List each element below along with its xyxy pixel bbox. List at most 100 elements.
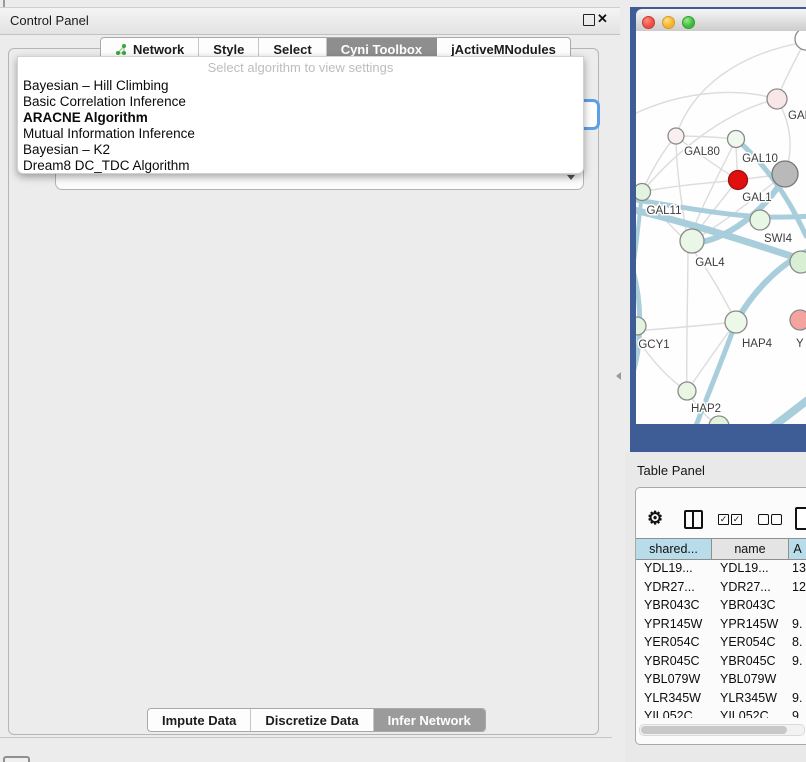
cell-name: YBR043C: [712, 598, 789, 612]
node-gal1-red[interactable]: [729, 171, 748, 190]
node-label: Y: [796, 338, 804, 350]
cell-value: 12: [789, 580, 806, 594]
popup-item-bayesian-k2[interactable]: Bayesian – K2: [23, 142, 110, 157]
popup-item-mutual-information[interactable]: Mutual Information Inference: [23, 126, 195, 141]
node-label: GAL11: [647, 205, 682, 217]
cell-name: YER054C: [712, 635, 789, 649]
tab-discretize-data[interactable]: Discretize Data: [251, 709, 373, 731]
splitter-handle-icon[interactable]: [616, 372, 621, 380]
node-label: HAP4: [742, 338, 773, 350]
cell-name: YDR27...: [712, 580, 789, 594]
minimize-traffic-light-icon[interactable]: [662, 16, 675, 29]
table-row[interactable]: YBL079W YBL079W: [636, 670, 806, 689]
table-row[interactable]: YBR043C YBR043C: [636, 596, 806, 615]
gear-icon[interactable]: ⚙: [647, 508, 663, 529]
status-bar-divider: [0, 737, 612, 738]
popup-item-bayesian-hill-climbing[interactable]: Bayesian – Hill Climbing: [23, 78, 169, 93]
tab-network-label: Network: [133, 42, 184, 57]
node-label: GAL1: [742, 192, 771, 204]
cell-value: 9.: [789, 691, 806, 705]
node-label: GCY1: [638, 339, 669, 351]
node-unlabeled[interactable]: [795, 31, 806, 50]
table-row[interactable]: YLR345W YLR345W 9.: [636, 689, 806, 708]
node-hap2[interactable]: [678, 382, 696, 400]
column-header-name[interactable]: name: [712, 539, 789, 559]
zoom-traffic-light-icon[interactable]: [682, 16, 695, 29]
cell-name: YIL052C: [712, 709, 789, 718]
table-row[interactable]: YPR145W YPR145W 9.: [636, 615, 806, 634]
table-horizontal-scrollbar[interactable]: [639, 724, 805, 736]
node-pink-top[interactable]: [767, 89, 787, 109]
cell-shared: YDL19...: [636, 561, 712, 575]
tab-cyni-toolbox-label: Cyni Toolbox: [341, 42, 422, 57]
node-label: GAL4: [695, 257, 725, 269]
algorithm-dropdown-popup: Select algorithm to view settings Bayesi…: [17, 56, 584, 174]
tab-impute-data-label: Impute Data: [162, 713, 236, 728]
screenshot-root: Control Panel ✕ Network Style Select Cyn…: [0, 0, 806, 762]
table-row[interactable]: YDL19... YDL19... 13: [636, 559, 806, 578]
document-icon[interactable]: [795, 507, 806, 530]
table-body[interactable]: YDL19... YDL19... 13 YDR27... YDR27... 1…: [636, 559, 806, 718]
column-header-shared[interactable]: shared...: [636, 539, 712, 559]
partial-bottom-button[interactable]: [3, 756, 30, 762]
columns-icon[interactable]: [684, 510, 703, 529]
cell-name: YPR145W: [712, 617, 789, 631]
cell-shared: YPR145W: [636, 617, 712, 631]
node-green-right[interactable]: [790, 251, 806, 273]
node-label: HAP2: [691, 403, 721, 415]
network-node-labels: GAL GAL80 GAL10 GAL1 GAL11 SWI4 GAL4 GCY…: [638, 110, 806, 415]
network-window-titlebar[interactable]: [636, 9, 806, 32]
tab-infer-network-label: Infer Network: [388, 713, 471, 728]
table-row[interactable]: YBR045C YBR045C 9.: [636, 652, 806, 671]
cell-shared: YDR27...: [636, 580, 712, 594]
node-hap4[interactable]: [725, 311, 747, 333]
cell-value: 9: [789, 709, 806, 718]
node-swi4[interactable]: [750, 210, 770, 230]
network-graph: GAL GAL80 GAL10 GAL1 GAL11 SWI4 GAL4 GCY…: [636, 31, 806, 424]
scrollbar-thumb[interactable]: [641, 726, 787, 734]
node-gal11[interactable]: [636, 184, 651, 201]
cell-name: YDL19...: [712, 561, 789, 575]
node-label: SWI4: [764, 233, 793, 245]
checked-box-icon[interactable]: ✓: [718, 514, 729, 525]
tab-infer-network[interactable]: Infer Network: [374, 709, 485, 731]
unchecked-box-icon[interactable]: [758, 514, 769, 525]
tab-style-label: Style: [213, 42, 244, 57]
control-panel-titlebar: [0, 7, 620, 35]
tab-jactivemnodules-label: jActiveMNodules: [451, 42, 556, 57]
cell-name: YLR345W: [712, 691, 789, 705]
node-gcy1[interactable]: [636, 317, 646, 335]
cell-name: YBR045C: [712, 654, 789, 668]
unchecked-box-icon[interactable]: [771, 514, 782, 525]
control-panel-title: Control Panel: [10, 13, 89, 28]
popup-item-aracne[interactable]: ARACNE Algorithm: [23, 110, 148, 125]
popup-item-basic-correlation[interactable]: Basic Correlation Inference: [23, 94, 186, 109]
node-green-bottom[interactable]: [709, 416, 729, 424]
network-icon: [115, 43, 128, 56]
node-label: GAL80: [684, 146, 720, 158]
table-row[interactable]: YDR27... YDR27... 12: [636, 578, 806, 597]
table-panel-title: Table Panel: [637, 463, 705, 478]
close-icon[interactable]: ✕: [597, 11, 608, 27]
table-header-row: shared... name A: [636, 538, 806, 560]
cell-shared: YBL079W: [636, 672, 712, 686]
popup-item-dream8[interactable]: Dream8 DC_TDC Algorithm: [23, 158, 190, 173]
node-salmon[interactable]: [790, 310, 806, 330]
table-row[interactable]: YER054C YER054C 8.: [636, 633, 806, 652]
close-traffic-light-icon[interactable]: [642, 16, 655, 29]
tab-impute-data[interactable]: Impute Data: [148, 709, 251, 731]
table-row[interactable]: YIL052C YIL052C 9: [636, 707, 806, 718]
node-gal10[interactable]: [728, 131, 745, 148]
cell-value: 9.: [789, 654, 806, 668]
checked-box-icon[interactable]: ✓: [731, 514, 742, 525]
cell-value: 9.: [789, 617, 806, 631]
node-label: GAL: [788, 110, 806, 122]
node-gal80[interactable]: [668, 128, 684, 144]
cell-name: YBL079W: [712, 672, 789, 686]
float-window-icon[interactable]: [583, 14, 595, 26]
cell-value: 13: [789, 561, 806, 575]
column-header-partial[interactable]: A: [789, 539, 806, 559]
network-canvas[interactable]: GAL GAL80 GAL10 GAL1 GAL11 SWI4 GAL4 GCY…: [636, 31, 806, 424]
algorithm-popup-placeholder: Select algorithm to view settings: [18, 60, 583, 75]
node-gal4[interactable]: [680, 229, 704, 253]
